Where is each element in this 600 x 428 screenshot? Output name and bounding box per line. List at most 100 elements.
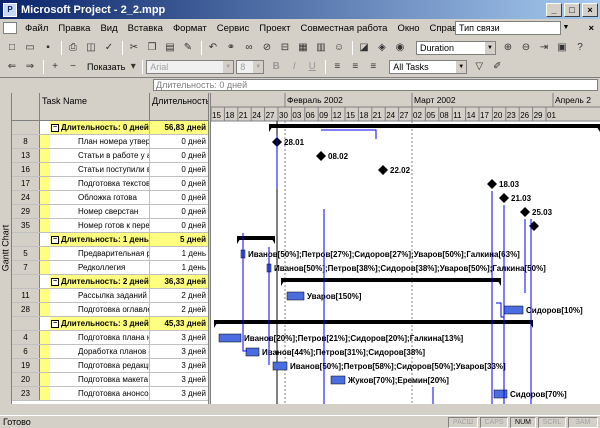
row-id[interactable] — [12, 233, 40, 246]
row-id[interactable]: 8 — [12, 135, 40, 148]
entry-field[interactable]: Длительность: 0 дней — [153, 79, 598, 91]
task-duration[interactable]: 3 дней — [150, 331, 210, 344]
menu-collaborate[interactable]: Совместная работа — [296, 23, 393, 34]
row-id[interactable]: 28 — [12, 303, 40, 316]
row-id[interactable]: 17 — [12, 177, 40, 190]
task-duration[interactable]: 0 дней — [150, 219, 210, 232]
hyperlink-icon[interactable]: ⚭ — [223, 40, 239, 55]
spelling-icon[interactable]: ✓ — [101, 40, 117, 55]
task-duration[interactable]: 3 дней — [150, 373, 210, 386]
task-duration[interactable]: 2 дней — [150, 289, 210, 302]
zoom-out-icon[interactable]: ⊖ — [518, 40, 534, 55]
collapse-icon[interactable]: − — [51, 277, 59, 286]
task-duration[interactable]: 2 дней — [150, 303, 210, 316]
task-row[interactable]: 19 Подготовка редакционных3 дней — [12, 359, 210, 373]
doc-close-button[interactable]: × — [582, 23, 600, 34]
task-name[interactable]: Подготовка макета обложки — [50, 373, 150, 386]
copy-icon[interactable]: ❐ — [144, 40, 160, 55]
menu-insert[interactable]: Вставка — [123, 23, 168, 34]
task-row[interactable]: 11 Рассылка заданий авторам2 дней — [12, 289, 210, 303]
row-id[interactable]: 19 — [12, 359, 40, 372]
task-row[interactable]: 13 Статьи в работе у авторов0 дней — [12, 149, 210, 163]
filter-dropdown[interactable]: All Tasks ▼ — [389, 59, 468, 74]
underline-icon[interactable]: U — [304, 59, 320, 74]
goto-task-icon[interactable]: ⇥ — [536, 40, 552, 55]
align-center-icon[interactable]: ≡ — [347, 59, 363, 74]
copy-picture-icon[interactable]: ▣ — [554, 40, 570, 55]
task-duration[interactable]: 0 дней — [150, 135, 210, 148]
notes-icon[interactable]: ▥ — [313, 40, 329, 55]
indent-icon[interactable]: ⇒ — [22, 59, 38, 74]
zoom-in-icon[interactable]: ⊕ — [500, 40, 516, 55]
task-row[interactable]: 28 Подготовка оглавления2 дней — [12, 303, 210, 317]
row-id[interactable]: 20 — [12, 373, 40, 386]
task-name[interactable]: Рассылка заданий авторам — [50, 289, 150, 302]
row-id[interactable]: 35 — [12, 219, 40, 232]
row-id[interactable] — [12, 121, 40, 134]
task-name[interactable]: Статьи поступили в редакцию — [50, 163, 150, 176]
new-icon[interactable]: □ — [4, 40, 20, 55]
task-name[interactable]: Подготовка оглавления — [50, 303, 150, 316]
show-subtasks-icon[interactable]: + — [47, 59, 63, 74]
task-row[interactable]: 16 Статьи поступили в редакцию0 дней — [12, 163, 210, 177]
align-left-icon[interactable]: ≡ — [329, 59, 345, 74]
paste-icon[interactable]: ▤ — [162, 40, 178, 55]
outdent-icon[interactable]: ⇐ — [4, 59, 20, 74]
autofilter-icon[interactable]: ▽ — [471, 59, 487, 74]
cut-icon[interactable]: ✂ — [126, 40, 142, 55]
print-preview-icon[interactable]: ◫ — [83, 40, 99, 55]
show-button[interactable]: Показать — [87, 62, 125, 72]
align-right-icon[interactable]: ≡ — [365, 59, 381, 74]
task-duration[interactable]: 3 дней — [150, 387, 210, 400]
collapse-icon[interactable]: − — [51, 319, 59, 328]
collapse-icon[interactable]: − — [51, 235, 59, 244]
menu-file[interactable]: Файл — [20, 23, 53, 34]
gantt-wizard-icon[interactable]: ✐ — [489, 59, 505, 74]
menu-format[interactable]: Формат — [168, 23, 212, 34]
task-row[interactable]: 23 Подготовка анонсов номера3 дней — [12, 387, 210, 401]
select-all-cell[interactable] — [12, 93, 40, 121]
task-row[interactable]: 6 Доработка планов с учетом3 дней — [12, 345, 210, 359]
hide-subtasks-icon[interactable]: − — [65, 59, 81, 74]
task-duration[interactable]: 0 дней — [150, 177, 210, 190]
menu-tools[interactable]: Сервис — [212, 23, 255, 34]
task-duration[interactable]: 0 дней — [150, 149, 210, 162]
undo-icon[interactable]: ↶ — [205, 40, 221, 55]
font-size-dropdown[interactable]: 8 ▼ — [236, 59, 265, 74]
menu-project[interactable]: Проект — [254, 23, 295, 34]
task-name[interactable]: Редколлегия — [50, 261, 150, 274]
save-icon[interactable]: ▪ — [40, 40, 56, 55]
row-id[interactable]: 6 — [12, 345, 40, 358]
row-id[interactable]: 7 — [12, 261, 40, 274]
row-id[interactable]: 29 — [12, 205, 40, 218]
column-header-name[interactable]: Task Name — [40, 93, 150, 121]
row-id[interactable]: 24 — [12, 191, 40, 204]
group-row[interactable]: − Длительность: 2 дней 36,33 дней — [12, 275, 210, 289]
group-icon[interactable]: ◈ — [374, 40, 390, 55]
menu-edit[interactable]: Правка — [53, 23, 95, 34]
collapse-icon[interactable]: − — [51, 123, 59, 132]
unlink-tasks-icon[interactable]: ⊘ — [259, 40, 275, 55]
task-name[interactable]: Номер готов к передаче — [50, 219, 150, 232]
task-duration[interactable]: 3 дней — [150, 359, 210, 372]
group-by-dropdown[interactable]: Duration ▼ — [416, 40, 496, 55]
task-row[interactable]: 24 Обложка готова 0 дней — [12, 191, 210, 205]
close-button[interactable]: × — [582, 2, 598, 17]
task-name[interactable]: Доработка планов с учетом — [50, 345, 150, 358]
task-duration[interactable]: 0 дней — [150, 163, 210, 176]
group-row[interactable]: − Длительность: 3 дней 45,33 дней — [12, 317, 210, 331]
task-name[interactable]: План номера утвержден — [50, 135, 150, 148]
task-name[interactable]: Обложка готова — [50, 191, 150, 204]
bold-icon[interactable]: B — [268, 59, 284, 74]
question-dropdown-icon[interactable]: ▼ — [561, 21, 571, 35]
print-icon[interactable]: ⎙ — [65, 40, 81, 55]
row-id[interactable]: 5 — [12, 247, 40, 260]
view-bar[interactable]: Gantt Chart — [0, 93, 12, 415]
row-id[interactable]: 4 — [12, 331, 40, 344]
task-name[interactable]: Подготовка редакционных — [50, 359, 150, 372]
task-duration[interactable]: 0 дней — [150, 205, 210, 218]
task-duration[interactable]: 1 день — [150, 261, 210, 274]
task-row[interactable]: 5 Предварительная редакция1 день — [12, 247, 210, 261]
row-id[interactable]: 11 — [12, 289, 40, 302]
task-duration[interactable]: 0 дней — [150, 191, 210, 204]
